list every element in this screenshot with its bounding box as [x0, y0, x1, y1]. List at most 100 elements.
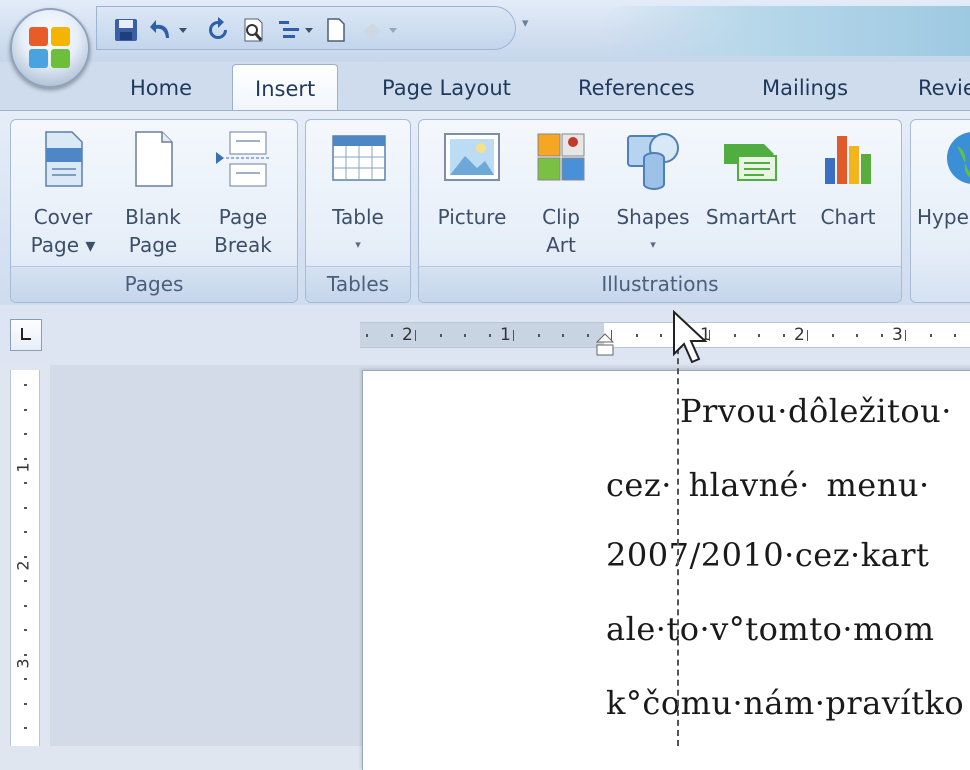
- outline-icon[interactable]: [277, 17, 317, 43]
- ruler-label: 1: [500, 325, 511, 345]
- ruler-tick: [880, 334, 883, 337]
- new-document-icon[interactable]: [323, 17, 349, 43]
- ruler-tick: [562, 334, 564, 337]
- tab-home[interactable]: Home: [130, 76, 192, 100]
- print-preview-icon[interactable]: [241, 17, 267, 43]
- blank-page-button[interactable]: Blank Page: [115, 128, 191, 259]
- save-icon[interactable]: [113, 17, 139, 43]
- vertical-ruler-tick: [24, 433, 27, 435]
- left-tab-icon: [21, 328, 31, 340]
- vertical-ruler-tick: [24, 604, 27, 607]
- ribbon-tabs: Home Insert Page Layout References Maili…: [0, 62, 970, 114]
- vertical-ruler-tick: [24, 629, 27, 631]
- undo-icon[interactable]: [149, 17, 175, 43]
- ruler-label: 2: [402, 325, 413, 345]
- ruler-tick: [415, 330, 416, 341]
- paint-icon[interactable]: [359, 17, 407, 43]
- blank-page-icon: [135, 131, 173, 187]
- ruler-left-margin: [360, 323, 604, 347]
- shapes-dropdown-icon[interactable]: ▾: [607, 231, 699, 259]
- table-label: Table: [332, 205, 384, 229]
- tab-selector-button[interactable]: [10, 319, 42, 351]
- hyperlink-label: Hype: [917, 205, 969, 229]
- vertical-ruler-tick: [24, 384, 27, 386]
- group-pages: Cover Page ▾ Blank Page Page Break Pages: [10, 119, 298, 303]
- vertical-ruler-tick: [24, 678, 27, 680]
- ruler-tick: [733, 334, 736, 337]
- tab-page-layout[interactable]: Page Layout: [382, 76, 511, 100]
- shapes-label: Shapes: [616, 205, 690, 229]
- ruler-tick: [758, 334, 760, 337]
- chart-button[interactable]: Chart: [809, 128, 887, 231]
- chart-label: Chart: [820, 205, 876, 229]
- group-illustrations: Picture Clip Art Shapes ▾ SmartArt Chart…: [418, 119, 902, 303]
- undo-dropdown-icon[interactable]: [177, 17, 189, 43]
- ruler-label: 3: [892, 325, 903, 345]
- smartart-button[interactable]: SmartArt: [703, 128, 799, 231]
- ruler-tick: [586, 334, 589, 337]
- page-break-icon: [216, 131, 270, 187]
- group-pages-label: Pages: [11, 266, 297, 302]
- vertical-ruler[interactable]: 1 2 3: [10, 370, 40, 746]
- clip-art-button[interactable]: Clip Art: [525, 128, 597, 259]
- left-indent-marker[interactable]: [595, 332, 615, 358]
- ruler-tick: [537, 334, 540, 337]
- hyperlink-icon: [947, 132, 970, 184]
- shapes-button[interactable]: Shapes ▾: [607, 128, 699, 259]
- ruler-tick: [807, 330, 808, 341]
- ruler-tick: [635, 334, 638, 337]
- picture-button[interactable]: Picture: [431, 128, 513, 231]
- clip-art-label-1: Clip: [542, 205, 580, 229]
- ruler-tick: [782, 334, 785, 337]
- office-button-icon: [29, 27, 71, 69]
- vertical-ruler-tick: [24, 555, 27, 558]
- hyperlink-button[interactable]: Hype: [917, 128, 970, 231]
- vertical-ruler-tick: [24, 727, 27, 729]
- table-dropdown-icon[interactable]: ▾: [318, 231, 398, 259]
- blank-page-label-1: Blank: [125, 205, 181, 229]
- cover-page-button[interactable]: Cover Page ▾: [25, 128, 101, 259]
- table-button[interactable]: Table ▾: [318, 128, 398, 259]
- ruler-tick: [660, 334, 662, 337]
- tab-insert[interactable]: Insert: [232, 64, 339, 114]
- group-tables-label: Tables: [306, 266, 410, 302]
- cover-page-icon: [45, 131, 83, 187]
- group-tables: Table ▾ Tables: [305, 119, 411, 303]
- blank-page-label-2: Page: [128, 233, 178, 257]
- picture-label: Picture: [437, 205, 507, 229]
- ruler-tick: [439, 334, 442, 337]
- page-break-label-1: Page: [218, 205, 268, 229]
- document-line[interactable]: cez· hlavné· menu·: [606, 466, 930, 504]
- vertical-ruler-label: 2: [13, 560, 33, 571]
- customize-dropdown-icon[interactable]: ▾: [522, 16, 529, 31]
- office-button[interactable]: [10, 8, 90, 88]
- vertical-ruler-label: 3: [13, 658, 33, 669]
- ruler-tick: [513, 330, 514, 341]
- ruler-tick: [929, 334, 932, 337]
- page-break-button[interactable]: Page Break: [205, 128, 281, 259]
- document-line[interactable]: Prvou·dôležitou·: [680, 392, 952, 430]
- clip-art-icon: [537, 133, 585, 181]
- horizontal-ruler[interactable]: 2 1 1 2 3: [360, 322, 970, 348]
- document-line[interactable]: ale·to·v°tomto·mom: [606, 610, 935, 648]
- ruler-tick: [856, 334, 858, 337]
- redo-icon[interactable]: [205, 17, 231, 43]
- shapes-icon: [627, 133, 679, 190]
- quick-access-toolbar: [96, 6, 516, 50]
- ruler-tick: [488, 334, 491, 337]
- page-break-label-2: Break: [214, 233, 272, 257]
- group-links: Hype: [910, 119, 970, 303]
- table-icon: [332, 135, 386, 181]
- tab-references[interactable]: References: [578, 76, 695, 100]
- document-line[interactable]: 2007/2010·cez·kart: [606, 536, 929, 574]
- document-line[interactable]: k°čomu·nám·pravítko: [606, 684, 964, 722]
- tab-review[interactable]: Revie: [918, 76, 970, 100]
- clip-art-label-2: Art: [546, 233, 576, 257]
- vertical-ruler-label: 1: [13, 462, 33, 473]
- vertical-ruler-tick: [24, 702, 27, 705]
- vertical-ruler-tick: [24, 531, 27, 533]
- tab-mailings[interactable]: Mailings: [762, 76, 848, 100]
- ribbon: Cover Page ▾ Blank Page Page Break Pages: [0, 110, 970, 305]
- smartart-label: SmartArt: [705, 205, 797, 229]
- cover-page-label-1: Cover: [33, 205, 93, 229]
